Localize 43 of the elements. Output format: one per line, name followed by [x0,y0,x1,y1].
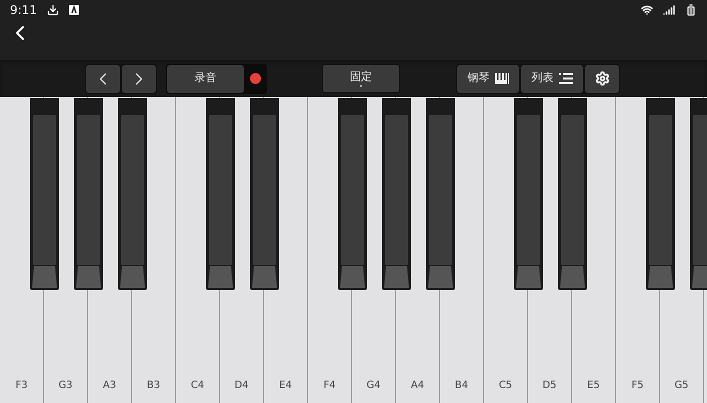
battery-icon [685,4,697,16]
sharp-key[interactable] [206,98,235,290]
note-label: E5 [587,379,600,393]
next-button[interactable] [122,64,156,92]
list-icon [558,73,572,84]
sharp-key[interactable] [646,98,675,290]
download-icon [46,4,59,16]
mode-button[interactable]: 固定 [322,64,400,93]
sharp-key[interactable] [30,98,59,290]
settings-icon [594,71,610,86]
piano-button[interactable]: 钢琴 [457,64,519,92]
record-button[interactable]: 录音 [167,64,244,92]
wifi-icon [641,4,653,16]
note-label: B3 [146,379,160,393]
sharp-key[interactable] [382,98,411,290]
note-label: A4 [410,379,424,393]
note-label: F5 [631,379,644,393]
sharp-key[interactable] [558,98,587,290]
note-label: E4 [279,379,292,393]
note-label: F3 [15,379,28,393]
note-label: G3 [58,379,73,393]
note-label: B4 [454,379,468,393]
note-label: D4 [234,379,249,393]
sharp-key[interactable] [514,98,543,290]
note-label: G4 [366,379,381,393]
list-button[interactable]: 列表 [521,64,583,92]
previous-button[interactable] [86,64,120,92]
sharp-key[interactable] [250,98,279,290]
settings-button[interactable] [585,64,619,92]
note-label: C4 [190,379,204,393]
note-label: F4 [323,379,336,393]
note-label: D5 [542,379,557,393]
sharp-key[interactable] [118,98,147,290]
note-label: A3 [102,379,116,393]
sharp-key[interactable] [338,98,367,290]
piano-icon [494,73,508,84]
sharp-key[interactable] [426,98,455,290]
signal-icon [663,4,675,16]
sharp-key[interactable] [74,98,103,290]
note-label: C5 [498,379,512,393]
note-label: G5 [674,379,689,393]
status-time: 9:11 [10,2,37,19]
notification-icon [68,5,79,15]
